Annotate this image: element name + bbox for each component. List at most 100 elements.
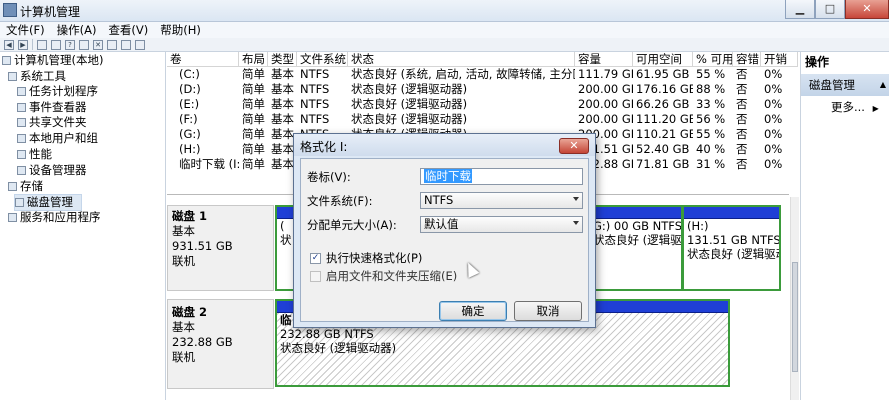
volume-cell-capacity: 200.00 GB xyxy=(578,82,633,96)
collapse-arrow-icon: ▲ xyxy=(879,80,886,89)
actions-pane: 操作 磁盘管理 ▲ 更多... ▶ xyxy=(800,52,889,400)
column-header-overhead[interactable]: 开销 xyxy=(761,52,798,67)
tree-item-local-users[interactable]: 本地用户和组 xyxy=(17,131,98,146)
compression-checkbox[interactable] xyxy=(310,271,321,282)
navigation-tree: 计算机管理(本地) 系统工具 任务计划程序 事件查看器 共享文件夹 本地用户和组… xyxy=(0,52,166,400)
tree-label: 任务计划程序 xyxy=(29,84,98,98)
column-header-capacity[interactable]: 容量 xyxy=(575,52,633,67)
column-header-free-space[interactable]: 可用空间 xyxy=(633,52,693,67)
volume-cell-free-space: 110.21 GB xyxy=(636,127,693,141)
volume-cell-status: 状态良好 (逻辑驱动器) xyxy=(351,112,468,126)
disk-1-size: 931.51 GB xyxy=(172,239,233,253)
disk-map-scrollbar[interactable] xyxy=(790,197,799,400)
disk-2-label[interactable]: 磁盘 2 基本 232.88 GB 联机 xyxy=(167,299,274,389)
partition-h[interactable]: (H:) 131.51 GB NTFS 状态良好 (逻辑驱动 xyxy=(682,205,781,291)
tree-item-event-viewer[interactable]: 事件查看器 xyxy=(17,100,87,115)
minimize-button[interactable]: ▁ xyxy=(785,0,815,19)
disk-1-status: 联机 xyxy=(172,254,195,268)
tree-item-services[interactable]: 服务和应用程序 xyxy=(8,210,101,225)
filesystem-select[interactable]: NTFS xyxy=(420,192,583,209)
column-header-volume[interactable]: 卷 xyxy=(167,52,239,67)
open-folder-icon[interactable] xyxy=(107,39,117,50)
forward-icon[interactable]: ▶ xyxy=(18,39,28,50)
allocation-size-label: 分配单元大小(A): xyxy=(307,218,397,232)
close-button[interactable]: ✕ xyxy=(845,0,889,19)
properties-icon[interactable] xyxy=(79,39,89,50)
tree-label: 服务和应用程序 xyxy=(20,210,101,224)
volume-cell-overhead: 0% xyxy=(764,97,783,111)
column-header-status[interactable]: 状态 xyxy=(348,52,575,67)
volume-cell-overhead: 0% xyxy=(764,82,783,96)
column-header-fault-tolerance[interactable]: 容错 xyxy=(733,52,761,67)
volume-cell-fault-tolerance: 否 xyxy=(736,97,748,111)
column-header-percent-free[interactable]: % 可用 xyxy=(693,52,733,67)
volume-cell-percent-free: 40 % xyxy=(696,142,726,156)
cancel-button[interactable]: 取消 xyxy=(514,301,582,321)
volume-row[interactable]: (D:) 简单 基本 NTFS 状态良好 (逻辑驱动器) 200.00 GB 176.16 … xyxy=(167,82,798,97)
disk-2-type: 基本 xyxy=(172,320,195,334)
console-tree-icon[interactable] xyxy=(51,39,61,50)
computer-management-icon xyxy=(3,3,17,17)
column-header-layout[interactable]: 布局 xyxy=(239,52,268,67)
storage-icon xyxy=(8,182,17,191)
up-folder-icon[interactable] xyxy=(37,39,47,50)
quick-format-label: 执行快速格式化(P) xyxy=(326,251,423,265)
volume-cell-filesystem: NTFS xyxy=(300,67,330,81)
disk-1-label[interactable]: 磁盘 1 基本 931.51 GB 联机 xyxy=(167,205,274,291)
partition-status: 状态良好 (逻辑驱动 xyxy=(593,233,681,247)
partition-g[interactable]: G:) 00 GB NTFS 状态良好 (逻辑驱动 xyxy=(588,205,683,291)
actions-disk-management[interactable]: 磁盘管理 ▲ xyxy=(801,74,889,96)
disk-2-name: 磁盘 2 xyxy=(172,305,208,319)
actions-more[interactable]: 更多... ▶ xyxy=(831,98,879,118)
search-icon[interactable] xyxy=(121,39,131,50)
menu-help[interactable]: 帮助(H) xyxy=(154,22,207,38)
column-header-type[interactable]: 类型 xyxy=(268,52,297,67)
tree-item-storage[interactable]: 存储 xyxy=(8,179,43,194)
volume-cell-volume: (C:) xyxy=(179,67,200,81)
partition-info: 232.88 GB NTFS xyxy=(280,327,374,341)
ok-button[interactable]: 确定 xyxy=(439,301,507,321)
menu-view[interactable]: 查看(V) xyxy=(102,22,154,38)
menu-file[interactable]: 文件(F) xyxy=(0,22,51,38)
dialog-close-button[interactable]: ✕ xyxy=(559,138,589,154)
volume-cell-percent-free: 56 % xyxy=(696,112,726,126)
tree-item-disk-management[interactable]: 磁盘管理 xyxy=(14,194,82,211)
volume-cell-layout: 简单 xyxy=(242,82,265,96)
back-icon[interactable]: ◀ xyxy=(4,39,14,50)
scrollbar-thumb[interactable] xyxy=(792,262,798,372)
tree-label: 系统工具 xyxy=(20,69,66,83)
volume-cell-volume: (H:) xyxy=(179,142,201,156)
volume-cell-capacity: 200.00 GB xyxy=(578,97,633,111)
tree-item-performance[interactable]: 性能 xyxy=(17,147,52,162)
tree-item-root[interactable]: 计算机管理(本地) xyxy=(2,53,103,68)
volume-cell-fault-tolerance: 否 xyxy=(736,127,748,141)
allocation-size-value: 默认值 xyxy=(424,217,459,231)
compression-label: 启用文件和文件夹压缩(E) xyxy=(326,269,458,283)
tree-item-device-manager[interactable]: 设备管理器 xyxy=(17,163,87,178)
partition-disk1-left[interactable]: ( 状 xyxy=(275,205,295,291)
toolbar: ◀ ▶ ? ✕ xyxy=(0,38,889,52)
tree-item-system-tools[interactable]: 系统工具 xyxy=(8,69,66,84)
column-header-filesystem[interactable]: 文件系统 xyxy=(297,52,348,67)
volume-cell-layout: 简单 xyxy=(242,142,265,156)
tree-item-shared-folders[interactable]: 共享文件夹 xyxy=(17,115,87,130)
delete-icon[interactable]: ✕ xyxy=(93,39,103,50)
allocation-size-select[interactable]: 默认值 xyxy=(420,216,583,233)
quick-format-checkbox[interactable]: ✓ xyxy=(310,253,321,264)
dropdown-arrow-icon xyxy=(573,221,579,225)
volume-row[interactable]: (F:) 简单 基本 NTFS 状态良好 (逻辑驱动器) 200.00 GB 111.20 … xyxy=(167,112,798,127)
rescan-icon[interactable] xyxy=(135,39,145,50)
menu-action[interactable]: 操作(A) xyxy=(51,22,103,38)
services-icon xyxy=(8,213,17,222)
help-icon[interactable]: ? xyxy=(65,39,75,50)
tree-item-task-scheduler[interactable]: 任务计划程序 xyxy=(17,84,98,99)
volume-row[interactable]: (E:) 简单 基本 NTFS 状态良好 (逻辑驱动器) 200.00 GB 66.26 G… xyxy=(167,97,798,112)
dialog-title: 格式化 I: xyxy=(300,140,348,154)
volume-label-input[interactable]: 临时下载 xyxy=(420,168,583,185)
disk-2-status: 联机 xyxy=(172,350,195,364)
volume-cell-percent-free: 31 % xyxy=(696,157,726,171)
volume-cell-volume: (F:) xyxy=(179,112,198,126)
volume-row[interactable]: (C:) 简单 基本 NTFS 状态良好 (系统, 启动, 活动, 故障转储, 主分区)… xyxy=(167,67,798,82)
maximize-button[interactable]: □ xyxy=(815,0,845,19)
volume-cell-overhead: 0% xyxy=(764,112,783,126)
